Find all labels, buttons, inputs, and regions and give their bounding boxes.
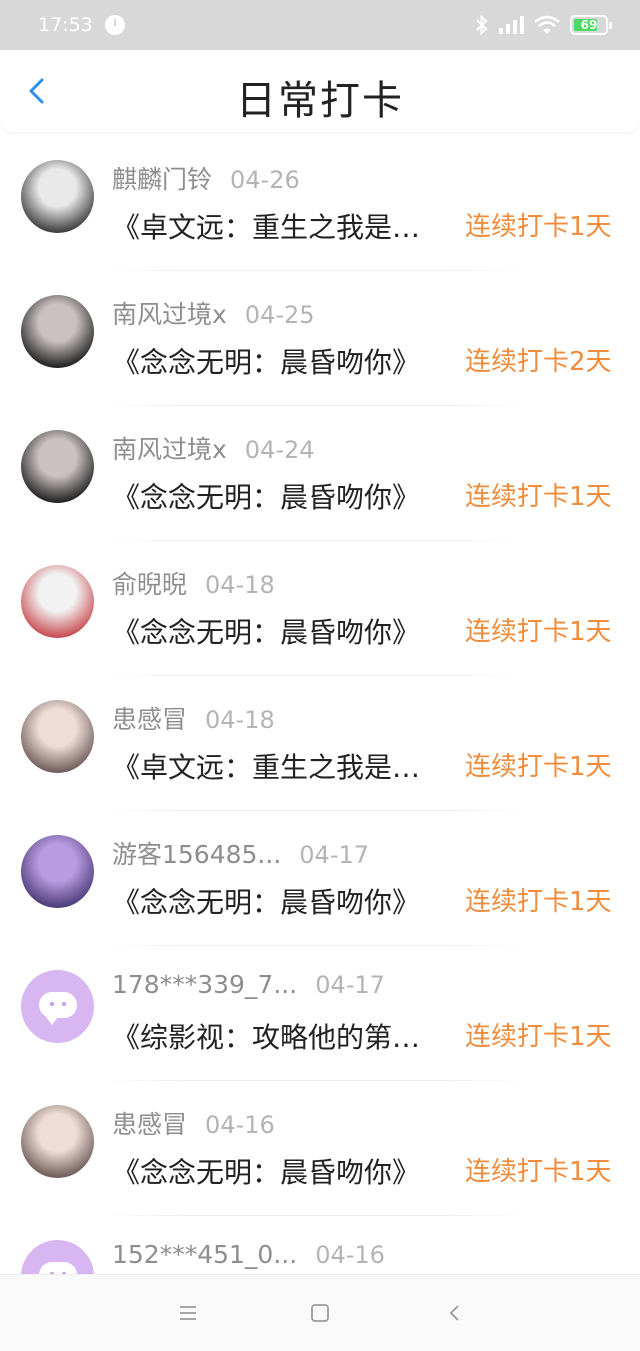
- book-title[interactable]: 《念念无明：晨昏吻你》: [112, 1151, 464, 1191]
- checkin-date: 04-26: [230, 166, 300, 194]
- user-name[interactable]: 152***451_0...: [112, 1240, 297, 1269]
- streak-label: 连续打卡1天: [465, 212, 612, 242]
- checkin-row[interactable]: 俞晲晲 04-18 《念念无明：晨昏吻你》 连续打卡1天: [0, 541, 640, 676]
- avatar[interactable]: [21, 970, 94, 1043]
- checkin-date: 04-18: [205, 571, 275, 599]
- avatar[interactable]: [21, 160, 94, 233]
- user-name[interactable]: 患感冒: [112, 1105, 187, 1141]
- checkin-meta: 178***339_7... 04-17: [112, 970, 385, 999]
- avatar[interactable]: [21, 1240, 94, 1274]
- book-title[interactable]: 《念念无明：晨昏吻你》: [112, 881, 464, 921]
- user-name[interactable]: 俞晲晲: [112, 565, 187, 601]
- signal-icon: [499, 16, 524, 34]
- checkin-row[interactable]: 152***451_0... 04-16: [0, 1216, 640, 1274]
- user-name[interactable]: 178***339_7...: [112, 970, 297, 999]
- checkin-date: 04-18: [205, 706, 275, 734]
- streak-label: 连续打卡1天: [465, 887, 612, 917]
- user-name[interactable]: 南风过境x: [112, 430, 227, 466]
- checkin-date: 04-16: [205, 1111, 275, 1139]
- status-time: 17:53: [38, 14, 93, 36]
- user-name[interactable]: 南风过境x: [112, 295, 227, 331]
- streak-label: 连续打卡1天: [465, 617, 612, 647]
- checkin-row[interactable]: 南风过境x 04-24 《念念无明：晨昏吻你》 连续打卡1天: [0, 406, 640, 541]
- battery-icon: 69: [570, 15, 612, 35]
- avatar[interactable]: [21, 1105, 94, 1178]
- user-name[interactable]: 患感冒: [112, 700, 187, 736]
- streak-label: 连续打卡1天: [465, 482, 612, 512]
- avatar[interactable]: [21, 835, 94, 908]
- checkin-date: 04-24: [244, 436, 315, 464]
- checkin-row[interactable]: 患感冒 04-16 《念念无明：晨昏吻你》 连续打卡1天: [0, 1081, 640, 1216]
- checkin-date: 04-25: [244, 301, 315, 329]
- user-name[interactable]: 游客156485...: [112, 835, 281, 871]
- avatar[interactable]: [21, 295, 94, 368]
- checkin-meta: 患感冒 04-18: [112, 700, 275, 736]
- book-title[interactable]: 《念念无明：晨昏吻你》: [112, 341, 464, 381]
- book-title[interactable]: 《念念无明：晨昏吻你》: [112, 476, 464, 516]
- checkin-date: 04-17: [299, 841, 370, 869]
- book-title[interactable]: 《卓文远：重生之我是…: [112, 206, 464, 246]
- checkin-row[interactable]: 麒麟门铃 04-26 《卓文远：重生之我是… 连续打卡1天: [0, 136, 640, 271]
- checkin-meta: 麒麟门铃 04-26: [112, 160, 300, 196]
- checkin-meta: 152***451_0... 04-16: [112, 1240, 385, 1269]
- avatar[interactable]: [21, 700, 94, 773]
- checkin-date: 04-17: [315, 971, 385, 999]
- checkin-row[interactable]: 南风过境x 04-25 《念念无明：晨昏吻你》 连续打卡2天: [0, 271, 640, 406]
- checkin-row[interactable]: 患感冒 04-18 《卓文远：重生之我是… 连续打卡1天: [0, 676, 640, 811]
- checkin-row[interactable]: 178***339_7... 04-17 《综影视：攻略他的第… 连续打卡1天: [0, 946, 640, 1081]
- streak-label: 连续打卡1天: [465, 1022, 612, 1052]
- chat-bubble-icon: [39, 1262, 77, 1274]
- avatar[interactable]: [21, 565, 94, 638]
- checkin-meta: 南风过境x 04-24: [112, 430, 315, 466]
- checkin-meta: 俞晲晲 04-18: [112, 565, 275, 601]
- wifi-icon: [534, 15, 560, 34]
- checkin-meta: 患感冒 04-16: [112, 1105, 275, 1141]
- status-bar: 17:53 69: [0, 0, 640, 50]
- battery-level: 69: [580, 18, 598, 32]
- menu-icon[interactable]: [177, 1302, 199, 1324]
- avatar[interactable]: [21, 430, 94, 503]
- book-title[interactable]: 《念念无明：晨昏吻你》: [112, 611, 464, 651]
- streak-label: 连续打卡2天: [465, 347, 612, 377]
- streak-label: 连续打卡1天: [465, 752, 612, 782]
- book-title[interactable]: 《综影视：攻略他的第…: [112, 1016, 464, 1056]
- checkin-meta: 游客156485... 04-17: [112, 835, 369, 871]
- streak-label: 连续打卡1天: [465, 1157, 612, 1187]
- bluetooth-icon: [476, 15, 488, 35]
- home-square-icon[interactable]: [309, 1302, 331, 1324]
- book-title[interactable]: 《卓文远：重生之我是…: [112, 746, 464, 786]
- checkin-row[interactable]: 游客156485... 04-17 《念念无明：晨昏吻你》 连续打卡1天: [0, 811, 640, 946]
- page-title: 日常打卡: [236, 78, 404, 124]
- checkin-date: 04-16: [315, 1241, 385, 1269]
- checkin-list[interactable]: 麒麟门铃 04-26 《卓文远：重生之我是… 连续打卡1天 南风过境x 04-25 《念念无…: [0, 136, 640, 1274]
- user-name[interactable]: 麒麟门铃: [112, 160, 212, 196]
- chat-bubble-icon: [39, 992, 77, 1025]
- back-triangle-icon[interactable]: [444, 1302, 466, 1324]
- system-nav-bar: [0, 1274, 640, 1351]
- page-header: 日常打卡: [0, 50, 640, 132]
- alarm-icon: [104, 15, 125, 35]
- checkin-meta: 南风过境x 04-25: [112, 295, 315, 331]
